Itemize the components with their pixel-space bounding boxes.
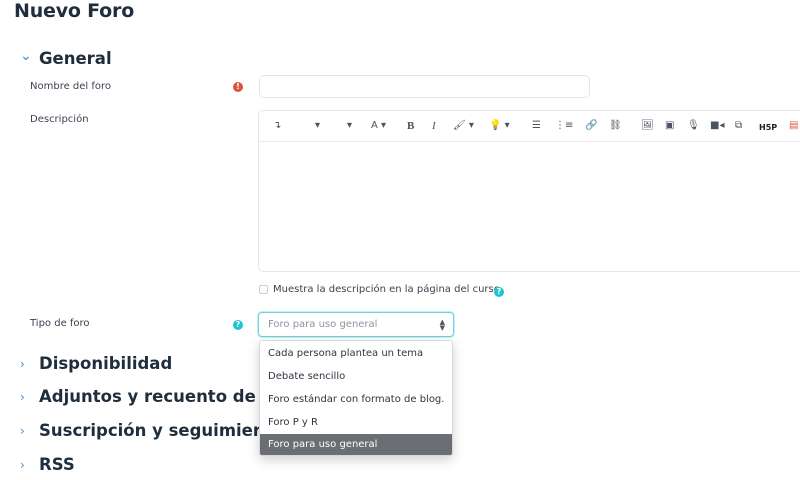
section-title-subscription: Suscripción y seguimiento xyxy=(39,421,284,440)
forum-name-label: Nombre del foro xyxy=(30,81,112,92)
chevron-right-icon: › xyxy=(20,356,25,371)
lightbulb-icon[interactable]: 💡 ▾ xyxy=(489,119,510,133)
record-audio-icon[interactable]: 🎙 xyxy=(687,119,700,133)
section-title-rss: RSS xyxy=(39,455,75,474)
help-icon[interactable]: ? xyxy=(494,287,504,297)
highlight-icon[interactable]: 🖌 ▾ xyxy=(453,119,474,133)
forum-name-input[interactable] xyxy=(259,75,590,98)
forum-type-option[interactable]: Debate sencillo xyxy=(260,366,452,388)
forum-type-selected-value: Foro para uso general xyxy=(268,319,378,330)
h5p-icon[interactable]: H5P xyxy=(759,121,777,135)
chevron-right-icon: › xyxy=(20,389,25,404)
forum-type-label: Tipo de foro xyxy=(30,318,90,329)
section-attachments-header[interactable]: › Adjuntos y recuento de pa xyxy=(20,387,284,406)
show-description-checkbox[interactable] xyxy=(259,285,268,294)
chevron-right-icon: › xyxy=(20,457,25,472)
required-icon: ! xyxy=(233,82,243,92)
chevron-down-icon: ⌄ xyxy=(20,47,32,64)
forum-type-option[interactable]: Cada persona plantea un tema xyxy=(260,343,452,365)
font-size-dropdown[interactable]: A ▾ xyxy=(371,119,386,133)
forum-type-option[interactable]: Foro P y R xyxy=(260,412,452,434)
select-arrows-icon: ▲ ▼ xyxy=(439,318,445,332)
font-family-dropdown[interactable]: ▾ xyxy=(347,119,352,133)
forum-type-select[interactable]: Foro para uso general ▲ ▼ xyxy=(258,312,454,337)
show-description-row: Muestra la descripción en la página del … xyxy=(259,284,500,295)
chevron-right-icon: › xyxy=(20,423,25,438)
link-icon[interactable]: 🔗 xyxy=(585,119,597,133)
editor-toolbar: ↴ ▾ ▾ A ▾ B I 🖌 ▾ 💡 ▾ ☰ ⋮≡ 🔗 ⛓ 🖼 ▣ 🎙 ■◂ … xyxy=(259,111,800,142)
media-icon[interactable]: ▣ xyxy=(665,119,674,133)
image-icon[interactable]: 🖼 xyxy=(641,119,654,133)
section-general-header[interactable]: ⌄ General xyxy=(20,47,112,69)
italic-button[interactable]: I xyxy=(432,119,436,133)
record-video-icon[interactable]: ■◂ xyxy=(710,119,724,133)
forum-type-option[interactable]: Foro estándar con formato de blog. xyxy=(260,389,452,411)
section-title-general: General xyxy=(39,49,112,68)
description-editor[interactable]: ↴ ▾ ▾ A ▾ B I 🖌 ▾ 💡 ▾ ☰ ⋮≡ 🔗 ⛓ 🖼 ▣ 🎙 ■◂ … xyxy=(258,110,800,272)
section-title-availability: Disponibilidad xyxy=(39,354,173,373)
bullet-list-icon[interactable]: ☰ xyxy=(532,119,541,133)
forum-type-dropdown: Cada persona plantea un tema Debate senc… xyxy=(259,340,453,456)
section-availability-header[interactable]: › Disponibilidad xyxy=(20,354,172,373)
paragraph-style-dropdown[interactable]: ▾ xyxy=(315,119,320,133)
description-label: Descripción xyxy=(30,114,89,125)
numbered-list-icon[interactable]: ⋮≡ xyxy=(555,119,573,133)
section-subscription-header[interactable]: › Suscripción y seguimiento xyxy=(20,421,284,440)
bold-button[interactable]: B xyxy=(407,119,414,133)
show-description-label: Muestra la descripción en la página del … xyxy=(273,284,500,295)
copy-icon[interactable]: ⧉ xyxy=(735,119,742,133)
help-icon[interactable]: ? xyxy=(233,320,243,330)
section-rss-header[interactable]: › RSS xyxy=(20,455,75,474)
unlink-icon[interactable]: ⛓ xyxy=(609,119,622,133)
section-title-attachments: Adjuntos y recuento de pa xyxy=(39,387,285,406)
page-title: Nuevo Foro xyxy=(14,0,135,22)
pdf-icon[interactable]: ▤ xyxy=(789,119,798,133)
undo-icon[interactable]: ↴ xyxy=(273,119,281,133)
forum-type-option-selected[interactable]: Foro para uso general xyxy=(260,434,452,455)
